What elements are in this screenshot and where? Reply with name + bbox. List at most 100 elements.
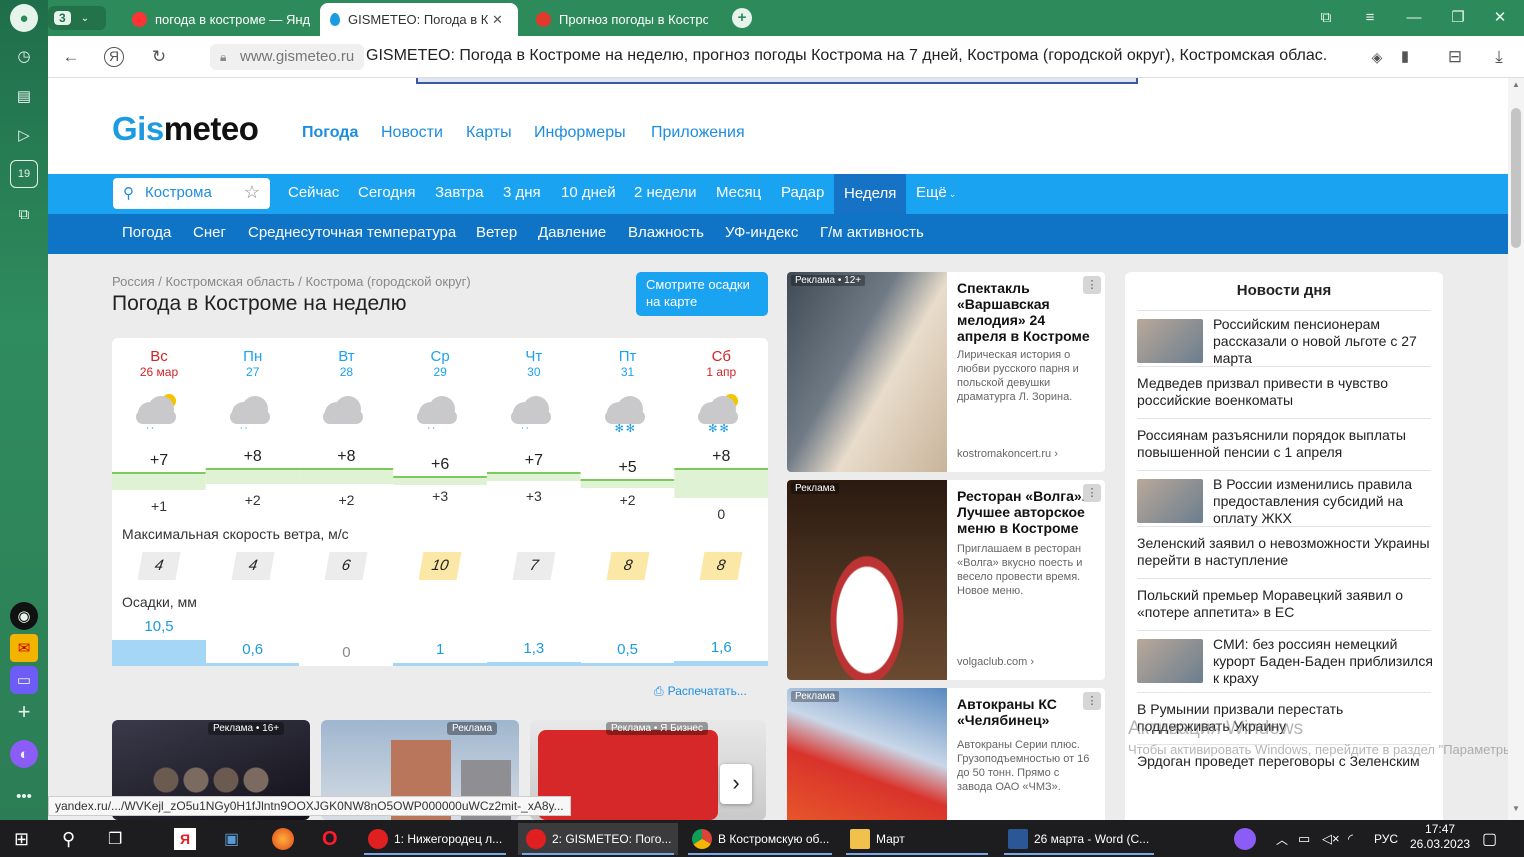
period-2weeks[interactable]: 2 недели [634,184,697,201]
param-wind[interactable]: Ветер [476,224,517,241]
period-3days[interactable]: 3 дня [503,184,541,201]
news-headline[interactable]: Россиянам разъяснили порядок выплаты пов… [1137,427,1431,461]
tab-forecast[interactable]: Прогноз погоды в Костро [526,3,718,36]
carousel-next-button[interactable]: › [720,764,752,804]
windows-start-icon[interactable]: ⊞ [14,824,29,854]
nav-apps[interactable]: Приложения [651,124,745,142]
news-thumbnail[interactable] [1137,639,1203,683]
news-item[interactable]: Польский премьер Моравецкий заявил о «по… [1137,578,1431,630]
period-week[interactable]: Неделя [834,174,907,214]
minimize-icon[interactable]: — [1404,8,1424,28]
history-icon[interactable]: ◷ [10,42,38,70]
calendar-icon[interactable]: 19 [10,160,38,188]
back-icon[interactable]: ← [60,46,82,68]
news-thumbnail[interactable] [1137,319,1203,363]
bookmark-icon[interactable]: ▮ [1394,46,1416,68]
ad-title[interactable]: Спектакль «Варшавская мелодия» 24 апреля… [957,280,1097,344]
city-search[interactable]: ⚲ Кострома ☆ [113,178,270,209]
alice-icon[interactable]: ◐ [10,740,38,768]
add-panel-icon[interactable]: + [10,698,38,726]
nav-news[interactable]: Новости [381,124,443,142]
ad-menu-icon[interactable]: ⋮ [1083,484,1101,502]
news-thumbnail[interactable] [1137,479,1203,523]
tab-gismeteo[interactable]: GISMETEO: Погода в Ко ✕ [320,3,518,36]
day-column[interactable]: Вс 26 мар [112,348,206,379]
news-headline[interactable]: Медведев призвал привести в чувство росс… [1137,375,1431,409]
ad-menu-icon[interactable]: ⋮ [1083,692,1101,710]
url-field[interactable]: 🔒︎ www.gismeteo.ru [210,44,365,70]
param-humidity[interactable]: Влажность [628,224,704,241]
nav-weather[interactable]: Погода [302,124,358,142]
tab-yandex[interactable]: погода в костроме — Янд [122,3,322,36]
page-scrollbar[interactable]: ▲ ▼ [1508,78,1524,820]
page-title-in-addressbar[interactable]: GISMETEO: Погода в Костроме на неделю, п… [366,47,1326,65]
nav-informers[interactable]: Информеры [534,124,626,142]
yandex-browser-taskbar-icon[interactable]: Я [174,828,196,850]
network-icon[interactable]: ◜ [1348,824,1353,854]
scroll-thumb[interactable] [1511,108,1521,248]
menu-icon[interactable]: ≡ [1360,8,1380,28]
alice-music-icon[interactable]: ◉ [10,602,38,630]
period-month[interactable]: Месяц [716,184,761,201]
period-more[interactable]: Ещё ⌄ [916,184,956,201]
messenger-icon[interactable]: ▭ [10,666,38,694]
news-headline[interactable]: В России изменились правила предоставлен… [1213,476,1433,527]
profile-avatar-icon[interactable]: ● [10,4,38,32]
download-icon[interactable]: ⤓ [1488,46,1510,68]
top-ad-banner[interactable] [416,78,1138,84]
mail-icon[interactable]: ✉ [10,634,38,662]
nav-maps[interactable]: Карты [466,124,512,142]
news-item[interactable]: Российским пенсионерам рассказали о ново… [1137,310,1431,366]
breadcrumb[interactable]: Россия / Костромская область / Кострома … [112,274,471,289]
save-app-icon[interactable]: ▣ [224,824,239,854]
tab-close-icon[interactable]: ✕ [492,12,503,28]
taskbar-app-4[interactable]: Март [842,823,992,855]
day-column[interactable]: Пн 27 [206,348,300,379]
param-geomagnetic[interactable]: Г/м активность [820,224,924,241]
day-column[interactable]: Сб 1 апр [674,348,768,379]
news-headline[interactable]: Зеленский заявил о невозможности Украины… [1137,535,1431,569]
yandex-icon[interactable]: Я [104,47,124,67]
day-column[interactable]: Пт 31 [581,348,675,379]
taskbar-app-2[interactable]: 2: GISMETEO: Пого... [518,823,678,855]
video-icon[interactable]: ▷ [10,121,38,149]
ad-title[interactable]: Автокраны КС «Челябинец» [957,696,1097,728]
taskbar-app-1[interactable]: 1: Нижегородец л... [360,823,510,855]
ad-card-restaurant[interactable]: Реклама Ресторан «Волга». Лучшее авторск… [787,480,1105,680]
news-headline[interactable]: СМИ: без россиян немецкий курорт Баден-Б… [1213,636,1433,687]
news-item[interactable]: Россиянам разъяснили порядок выплаты пов… [1137,418,1431,470]
language-indicator[interactable]: РУС [1374,824,1398,854]
print-link[interactable]: ⎙ Распечатать... [654,684,747,699]
day-column[interactable]: Вт 28 [299,348,393,379]
volume-icon[interactable]: ◁× [1322,824,1340,854]
day-column[interactable]: Чт 30 [487,348,581,379]
news-item[interactable]: Медведев призвал привести в чувство росс… [1137,366,1431,418]
param-snow[interactable]: Снег [193,224,226,241]
task-view-icon[interactable]: ❐ [108,824,122,854]
ad-menu-icon[interactable]: ⋮ [1083,276,1101,294]
scroll-up-icon[interactable]: ▲ [1512,80,1520,89]
search-icon[interactable]: ⚲ [62,824,75,854]
new-tab-icon[interactable]: + [732,8,752,28]
news-item[interactable]: СМИ: без россиян немецкий курорт Баден-Б… [1137,630,1433,692]
collections-icon[interactable]: ▤ [10,82,38,110]
reader-icon[interactable]: ⊟ [1444,46,1466,68]
favorite-star-icon[interactable]: ☆ [244,182,260,203]
notifications-icon[interactable]: ▢ [1482,824,1497,854]
period-radar[interactable]: Радар [781,184,824,201]
period-now[interactable]: Сейчас [288,184,339,201]
news-headline[interactable]: Российским пенсионерам рассказали о ново… [1213,316,1433,367]
reload-icon[interactable]: ↻ [148,46,170,68]
period-10days[interactable]: 10 дней [561,184,616,201]
param-pressure[interactable]: Давление [538,224,606,241]
period-tomorrow[interactable]: Завтра [435,184,484,201]
period-today[interactable]: Сегодня [358,184,416,201]
restore-icon[interactable]: ❐ [1448,8,1468,28]
screenshot-icon[interactable]: ⧉ [10,200,38,228]
news-item[interactable]: В России изменились правила предоставлен… [1137,470,1431,526]
tab-group-counter[interactable]: 3 ⌄ [48,6,106,30]
scroll-down-icon[interactable]: ▼ [1512,804,1520,813]
clock[interactable]: 17:47 26.03.2023 [1410,822,1470,856]
ad-domain[interactable]: kostromakoncert.ru › [957,448,1058,460]
ad-title[interactable]: Ресторан «Волга». Лучшее авторское меню … [957,488,1097,536]
